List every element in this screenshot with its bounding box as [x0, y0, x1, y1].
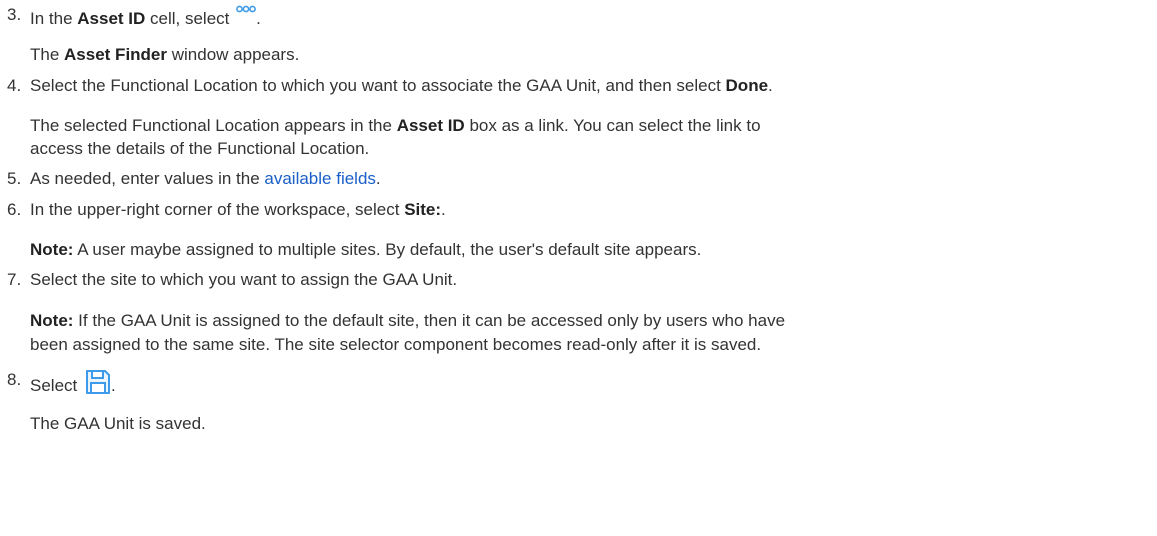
step-number: 3. [7, 5, 22, 24]
step-text: As needed, enter values in the available… [30, 169, 381, 188]
step-7-note-line-2: been assigned to the same site. The site… [30, 335, 762, 354]
step-4-result-line-1: The selected Functional Location appears… [30, 116, 761, 135]
more-options-icon[interactable] [236, 4, 257, 18]
asset-id-label: Asset ID [77, 9, 146, 28]
done-label: Done [725, 76, 769, 95]
step-number: 8. [7, 370, 22, 389]
available-fields-link[interactable]: available fields [264, 169, 376, 188]
step-8-result: The GAA Unit is saved. [30, 414, 206, 433]
step-number: 5. [7, 169, 22, 188]
note-label: Note: [30, 240, 74, 259]
step-number: 6. [7, 200, 22, 219]
step-text: In the Asset ID cell, select . [30, 4, 261, 30]
note-label: Note: [30, 311, 74, 330]
step-text: Select the site to which you want to ass… [30, 270, 458, 289]
step-number: 4. [7, 76, 22, 95]
step-6-note: Note: A user maybe assigned to multiple … [30, 240, 702, 259]
step-number: 7. [7, 270, 22, 289]
save-icon[interactable] [85, 369, 111, 395]
step-3-result: The Asset Finder window appears. [30, 45, 300, 64]
step-text: Select the Functional Location to which … [30, 76, 773, 95]
step-7-note-line-1: Note: If the GAA Unit is assigned to the… [30, 311, 786, 330]
step-4-result-line-2: access the details of the Functional Loc… [30, 139, 370, 158]
site-label: Site: [404, 200, 442, 219]
step-text: In the upper-right corner of the workspa… [30, 200, 446, 219]
step-text: Select . [30, 369, 116, 397]
